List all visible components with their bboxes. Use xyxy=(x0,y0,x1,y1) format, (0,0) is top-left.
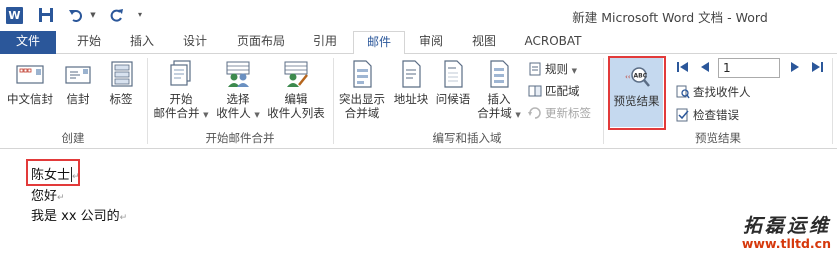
tab-design[interactable]: 设计 xyxy=(170,31,220,54)
record-number-input[interactable]: 1 xyxy=(718,58,780,78)
group-label-write-insert-fields: 编写和插入域 xyxy=(432,131,502,145)
highlight-fields-icon xyxy=(346,58,378,90)
start-mail-merge-button[interactable]: 开始 邮件合并 ▼ xyxy=(150,58,212,122)
first-record-icon[interactable] xyxy=(676,60,690,74)
greeting-line-icon xyxy=(437,58,469,90)
document-body[interactable]: 陈女士 ↵ 您好↵ 我是 xx 公司的↵ 拓磊运维 www.tlltd.cn xyxy=(0,150,837,255)
tab-page-layout[interactable]: 页面布局 xyxy=(226,31,296,54)
update-labels-button[interactable]: 更新标签 xyxy=(528,103,591,123)
insert-field-icon xyxy=(483,58,515,90)
select-recipients-button[interactable]: 选择 收件人 ▼ xyxy=(212,58,264,122)
watermark-url: www.tlltd.cn xyxy=(741,236,831,251)
group-label-start-mail-merge: 开始邮件合并 xyxy=(205,131,275,145)
dropdown-arrow-icon: ▼ xyxy=(254,111,260,119)
customize-toolbar-icon[interactable]: ▾ xyxy=(134,5,146,25)
match-fields-button[interactable]: 匹配域 xyxy=(528,81,580,101)
find-recipient-button[interactable]: 查找收件人 xyxy=(676,82,751,102)
labels-button[interactable]: 标签 xyxy=(102,58,140,106)
greeting-line-button[interactable]: 问候语 xyxy=(432,58,474,106)
preview-results-red-highlight xyxy=(608,56,666,130)
group-divider xyxy=(832,58,833,144)
undo-dropdown-icon[interactable]: ▼ xyxy=(88,5,98,25)
recipients-icon xyxy=(222,58,254,90)
watermark-title: 拓磊运维 xyxy=(742,215,831,237)
tab-review[interactable]: 审阅 xyxy=(408,31,454,54)
next-record-icon[interactable] xyxy=(788,60,802,74)
save-icon[interactable] xyxy=(36,5,56,25)
edit-recipient-list-button[interactable]: 编辑 收件人列表 xyxy=(264,58,328,120)
previous-record-icon[interactable] xyxy=(698,60,712,74)
rules-button[interactable]: 规则 ▼ xyxy=(528,59,577,79)
check-errors-icon xyxy=(676,108,690,122)
group-label-create: 创建 xyxy=(61,131,85,145)
envelope-button[interactable]: 信封 xyxy=(58,58,98,106)
highlight-merge-fields-button[interactable]: 突出显示 合并域 xyxy=(336,58,388,120)
match-fields-icon xyxy=(528,84,542,98)
rules-icon xyxy=(528,62,542,76)
edit-recipients-icon xyxy=(280,58,312,90)
chinese-envelope-button[interactable]: 中文信封 xyxy=(4,58,56,106)
tab-insert[interactable]: 插入 xyxy=(118,31,166,54)
address-block-button[interactable]: 地址块 xyxy=(390,58,432,106)
dropdown-arrow-icon: ▼ xyxy=(515,111,521,119)
tab-home[interactable]: 开始 xyxy=(64,31,114,54)
envelope-icon xyxy=(62,58,94,90)
last-record-icon[interactable] xyxy=(810,60,824,74)
undo-icon[interactable] xyxy=(66,5,86,25)
word-icon: W xyxy=(6,7,23,24)
dropdown-arrow-icon: ▼ xyxy=(203,111,209,119)
window-title: 新建 Microsoft Word 文档 - Word xyxy=(572,10,768,25)
envelope-icon xyxy=(14,58,46,90)
document-line[interactable]: 我是 xx 公司的↵ xyxy=(31,205,127,224)
tab-view[interactable]: 视图 xyxy=(460,31,508,54)
labels-icon xyxy=(105,58,137,90)
paragraph-mark: ↵ xyxy=(119,213,128,223)
tab-acrobat[interactable]: ACROBAT xyxy=(518,31,588,54)
address-block-icon xyxy=(395,58,427,90)
tab-file[interactable]: 文件 xyxy=(0,31,56,54)
dropdown-arrow-icon: ▼ xyxy=(571,67,578,75)
document-merge-icon xyxy=(165,58,197,90)
group-label-preview-results: 预览结果 xyxy=(695,131,741,145)
title-bar: W ▼ ▾ 新建 Microsoft Word 文档 - Word xyxy=(0,0,837,31)
recipient-name-red-highlight xyxy=(26,159,80,186)
update-labels-icon xyxy=(528,106,542,120)
tab-references[interactable]: 引用 xyxy=(300,31,350,54)
redo-icon[interactable] xyxy=(106,5,126,25)
document-line[interactable]: 您好↵ xyxy=(31,185,65,204)
tab-mailings[interactable]: 邮件 xyxy=(353,31,405,55)
ribbon-mailings: 中文信封 信封 标签 创建 开始 邮件合并 ▼ 选择 收件人 ▼ 编辑 收件人列… xyxy=(0,54,837,149)
insert-merge-field-button[interactable]: 插入 合并域 ▼ xyxy=(474,58,524,122)
site-watermark: 拓磊运维 www.tlltd.cn xyxy=(742,215,831,251)
ribbon-tab-bar: 文件 开始 插入 设计 页面布局 引用 邮件 审阅 视图 ACROBAT xyxy=(0,31,837,55)
group-divider xyxy=(603,58,604,144)
paragraph-mark: ↵ xyxy=(57,193,65,203)
check-for-errors-button[interactable]: 检查错误 xyxy=(676,105,739,125)
find-recipient-icon xyxy=(676,85,690,99)
